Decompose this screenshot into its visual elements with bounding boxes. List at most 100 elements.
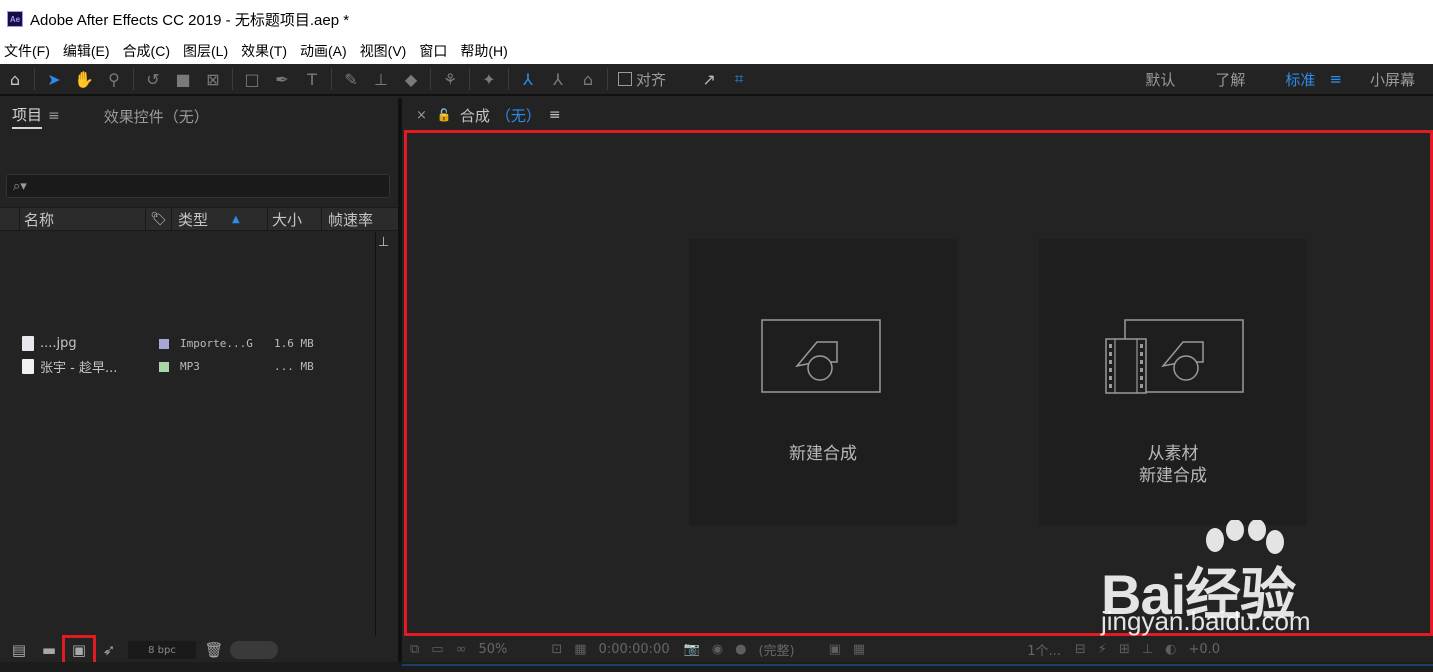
project-item-size: 1.6 MB xyxy=(274,337,314,350)
delete-trash-icon[interactable]: 🗑 xyxy=(204,641,224,659)
project-bit-depth[interactable]: 8 bpc xyxy=(128,641,196,659)
camera-tool-icon[interactable]: ■ xyxy=(168,65,198,93)
composition-panel-header: × 🔓 合成 （无） ≡ xyxy=(402,98,1433,132)
label-color-swatch xyxy=(159,361,169,372)
project-panel-menu-icon[interactable]: ≡ xyxy=(48,108,60,124)
pan-behind-tool-icon[interactable]: ⊠ xyxy=(198,65,228,93)
adobe-media-encoder-icon[interactable]: ➶ xyxy=(94,641,124,659)
home-icon[interactable]: ⌂ xyxy=(0,65,30,93)
brush-tool-icon[interactable]: ✎ xyxy=(336,65,366,93)
tools-panel: ⌂ ➤ ✋ ⚲ ↺ ■ ⊠ □ ✒ T ✎ ⊥ ◆ ⚘ ✦ ⅄ ⅄ ⌂ 对齐 ↗… xyxy=(0,64,1433,96)
snapping-toggle[interactable]: 对齐 xyxy=(618,69,666,90)
composition-panel-menu-icon[interactable]: ≡ xyxy=(549,107,561,123)
snapshot-camera-icon[interactable]: 📷 xyxy=(684,642,700,657)
timeline-strip xyxy=(402,664,1433,666)
column-name[interactable]: 名称 xyxy=(20,207,146,231)
channel-color-icon[interactable]: ● xyxy=(735,642,746,657)
project-item[interactable]: 张宇 - 趁早... MP3 ... MB xyxy=(0,355,376,378)
panel-divider[interactable] xyxy=(398,98,402,672)
column-size[interactable]: 大小 xyxy=(268,207,322,231)
zoom-select[interactable]: 50% xyxy=(478,642,507,657)
zoom-tool-icon[interactable]: ⚲ xyxy=(99,65,129,93)
composition-panel-title[interactable]: 合成 xyxy=(460,105,490,126)
workspace-learn[interactable]: 了解 xyxy=(1195,69,1265,90)
eraser-tool-icon[interactable]: ◆ xyxy=(396,65,426,93)
interpret-footage-icon[interactable]: ▤ xyxy=(4,641,34,659)
window-title: Adobe After Effects CC 2019 - 无标题项目.aep … xyxy=(30,11,350,29)
menu-composition[interactable]: 合成(C) xyxy=(123,41,170,61)
project-search-input[interactable]: ⌕▾ xyxy=(6,174,390,198)
region-of-interest-icon[interactable]: ▣ xyxy=(829,642,841,657)
pen-tool-icon[interactable]: ✒ xyxy=(267,65,297,93)
type-tool-icon[interactable]: T xyxy=(297,65,327,93)
workspace-standard[interactable]: 标准 xyxy=(1265,69,1321,90)
new-folder-icon[interactable]: ▬ xyxy=(34,641,64,659)
workspace-switcher: 默认 了解 标准 ≡ 小屏幕 xyxy=(1125,64,1433,94)
rectangle-tool-icon[interactable]: □ xyxy=(237,65,267,93)
roto-brush-tool-icon[interactable]: ⚘ xyxy=(435,65,465,93)
hand-tool-icon[interactable]: ✋ xyxy=(69,65,99,93)
show-snapshot-icon[interactable]: ◉ xyxy=(712,642,723,657)
project-item-label[interactable] xyxy=(150,338,178,349)
new-composition-card[interactable]: 新建合成 xyxy=(689,239,957,525)
label-tag-icon[interactable]: 🏷 xyxy=(146,207,172,231)
fit-icon[interactable]: ⊡ xyxy=(551,642,562,657)
views-select[interactable]: 1个... xyxy=(1027,640,1061,659)
column-label-spacer xyxy=(0,207,20,231)
thumbnail-size-slider[interactable] xyxy=(230,641,278,659)
menu-layer[interactable]: 图层(L) xyxy=(183,41,228,61)
toggle-transparency-icon[interactable]: ▦ xyxy=(853,642,865,657)
column-type[interactable]: 类型 ▲ xyxy=(172,207,268,231)
project-scrollbar-track[interactable] xyxy=(375,232,376,636)
composition-panel-subject[interactable]: （无） xyxy=(496,105,541,126)
snapping-checkbox-icon[interactable] xyxy=(618,72,632,86)
snap-target-icon[interactable]: ⌗ xyxy=(724,65,754,93)
fast-previews-icon[interactable]: ⚡ xyxy=(1098,642,1107,657)
selection-tool-icon[interactable]: ➤ xyxy=(39,65,69,93)
timeline-icon[interactable]: ⊞ xyxy=(1119,642,1130,657)
tab-effect-controls[interactable]: 效果控件（无） xyxy=(104,106,209,127)
local-axis-mode-icon[interactable]: ⅄ xyxy=(513,65,543,93)
current-time[interactable]: 0:00:00:00 xyxy=(599,642,670,657)
image-file-icon xyxy=(22,336,34,351)
menu-view[interactable]: 视图(V) xyxy=(360,41,407,61)
resolution-select[interactable]: (完整) xyxy=(758,640,794,659)
monitor-icon[interactable]: ▭ xyxy=(431,642,443,657)
mask-visibility-icon[interactable]: ∞ xyxy=(456,642,467,657)
toolbar-divider xyxy=(232,68,233,90)
menu-file[interactable]: 文件(F) xyxy=(4,41,50,61)
menu-animation[interactable]: 动画(A) xyxy=(300,41,347,61)
project-item-label[interactable] xyxy=(150,361,178,372)
menu-help[interactable]: 帮助(H) xyxy=(460,41,507,61)
project-item[interactable]: ....jpg Importe...G 1.6 MB xyxy=(0,332,376,355)
workspace-default[interactable]: 默认 xyxy=(1125,69,1195,90)
column-framerate[interactable]: 帧速率 xyxy=(322,207,398,231)
world-axis-mode-icon[interactable]: ⅄ xyxy=(543,65,573,93)
toolbar-divider xyxy=(508,68,509,90)
menu-edit[interactable]: 编辑(E) xyxy=(63,41,110,61)
flowchart-view-icon[interactable]: ⊥ xyxy=(1142,642,1153,657)
always-preview-icon[interactable]: ⧉ xyxy=(410,642,419,657)
menu-window[interactable]: 窗口 xyxy=(419,41,447,61)
view-axis-mode-icon[interactable]: ⌂ xyxy=(573,65,603,93)
new-composition-from-footage-card[interactable]: 从素材 新建合成 xyxy=(1039,239,1307,525)
clone-stamp-tool-icon[interactable]: ⊥ xyxy=(366,65,396,93)
new-composition-icon[interactable]: ▣ xyxy=(62,635,96,665)
label-color-swatch xyxy=(159,338,169,349)
close-icon[interactable]: × xyxy=(416,108,427,123)
flowchart-icon[interactable]: ⊥ xyxy=(378,235,389,250)
snap-arrow-icon[interactable]: ↗ xyxy=(694,65,724,93)
menu-effect[interactable]: 效果(T) xyxy=(241,41,287,61)
project-item-size: ... MB xyxy=(274,360,314,373)
transparency-grid-icon[interactable]: ▦ xyxy=(574,642,586,657)
workspace-small-screen[interactable]: 小屏幕 xyxy=(1350,69,1433,90)
exposure-value[interactable]: +0.0 xyxy=(1189,642,1221,657)
search-icon: ⌕▾ xyxy=(13,178,27,194)
toggle-pixel-aspect-icon[interactable]: ⊟ xyxy=(1075,642,1086,657)
tab-project[interactable]: 项目 xyxy=(12,104,43,129)
reset-exposure-icon[interactable]: ◐ xyxy=(1165,642,1176,657)
workspace-menu-icon[interactable]: ≡ xyxy=(1321,70,1350,88)
rotation-tool-icon[interactable]: ↺ xyxy=(138,65,168,93)
puppet-pin-tool-icon[interactable]: ✦ xyxy=(474,65,504,93)
lock-icon[interactable]: 🔓 xyxy=(437,108,452,122)
